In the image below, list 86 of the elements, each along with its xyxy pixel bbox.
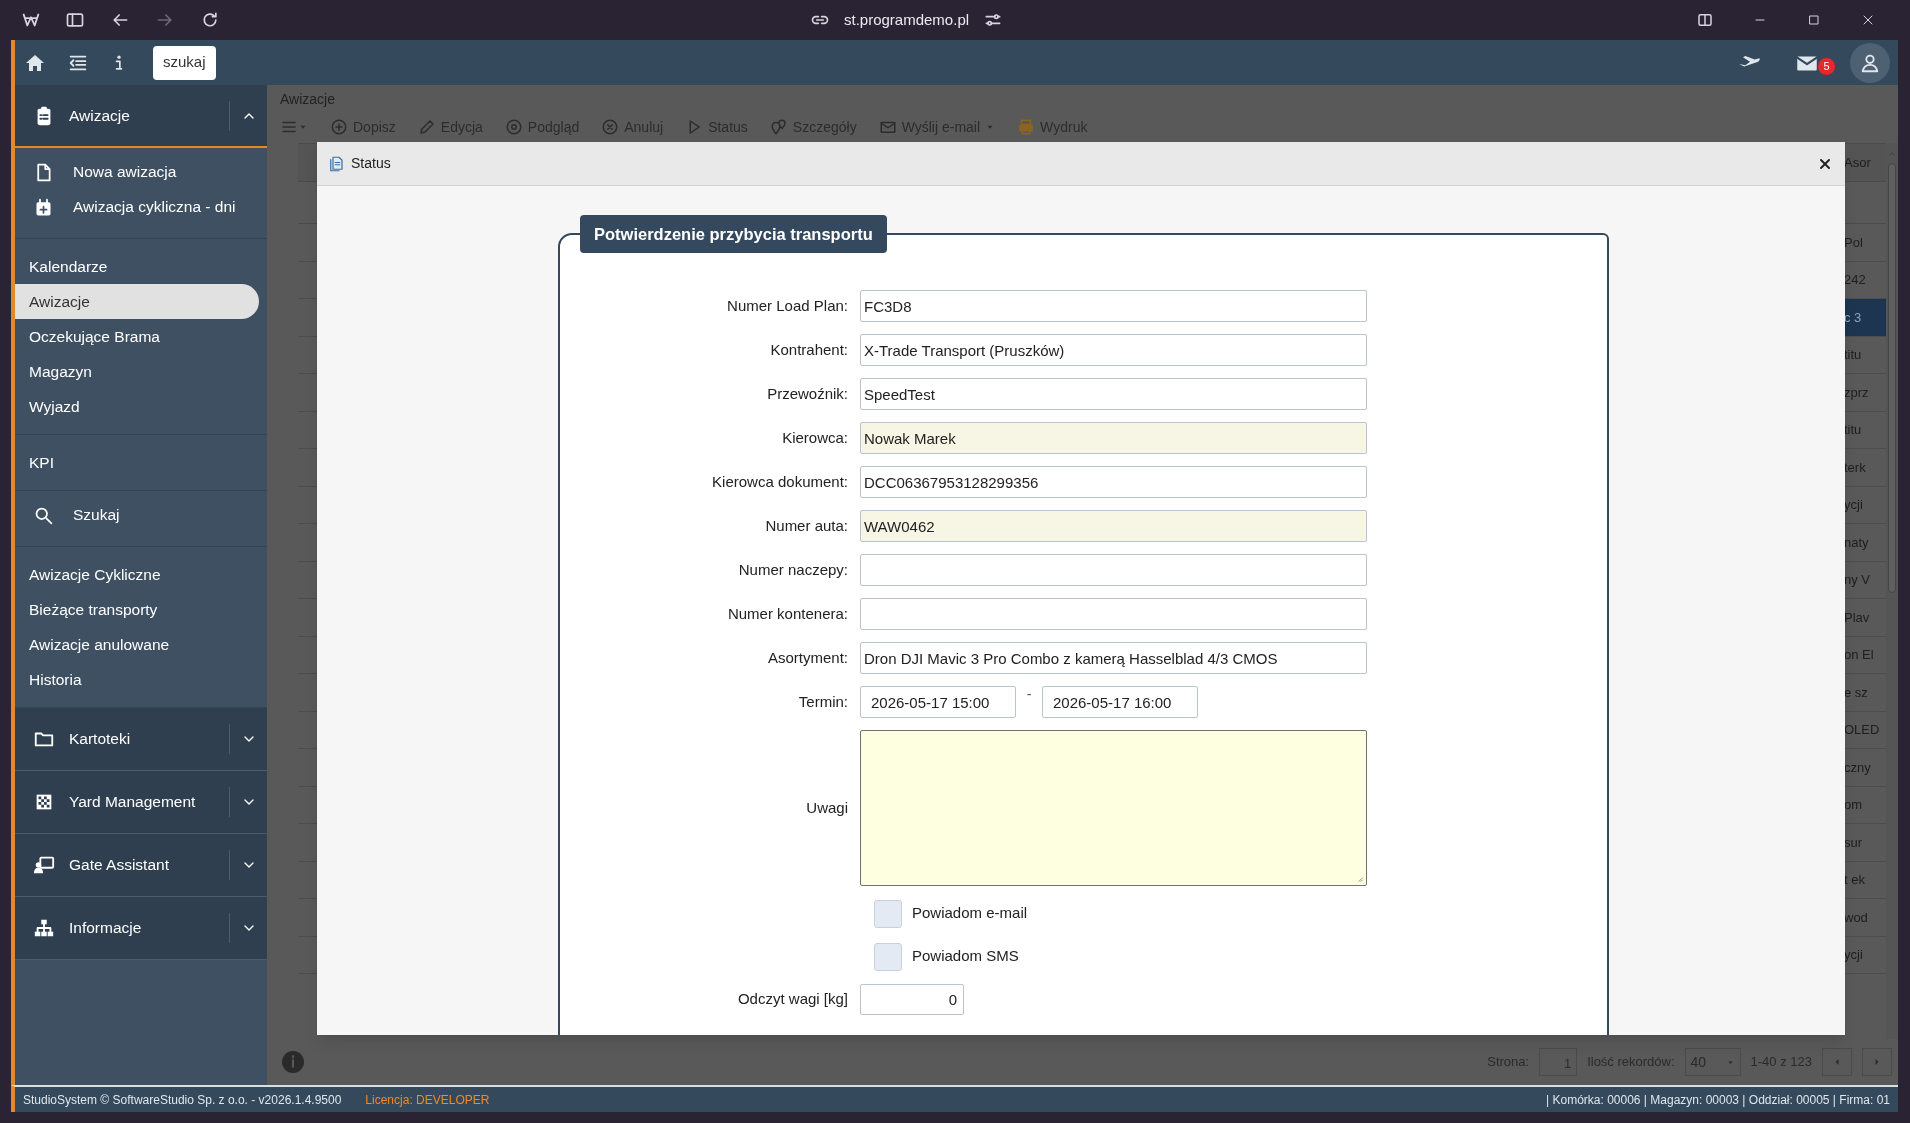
fieldset-legend: Potwierdzenie przybycia transportu [580,215,887,253]
address-text[interactable]: st.programdemo.pl [844,8,970,32]
menu-item[interactable]: Awizacje anulowane [15,627,267,662]
table-cell-text: om [1844,796,1864,814]
field-label: Kierowca dokument: [711,471,848,492]
menu-item[interactable]: Szukaj [73,505,120,525]
field-label: Termin: [797,691,848,712]
table-cell-text: ny V [1844,571,1871,589]
search-icon [33,505,54,526]
notification-badge: 5 [1818,57,1835,75]
field-label: Przewoźnik: [766,383,848,404]
menu-item[interactable]: Awizacja cykliczna - dni [73,197,236,217]
input-field[interactable]: DCC06367953128299356 [860,466,1367,498]
table-cell-text: on El [1844,646,1875,664]
checkbox[interactable] [874,942,902,971]
menu-item[interactable]: Kalendarze [15,249,267,284]
field-label: Numer naczepy: [737,559,848,580]
scrollbar-thumb[interactable] [1888,163,1896,593]
input-field[interactable]: SpeedTest [860,378,1367,410]
field-label: Asortyment: [766,647,848,668]
field-label: Kontrahent: [769,339,848,360]
range-separator: - [1025,685,1033,704]
field-label: Uwagi [805,797,848,818]
table-cell-text: e sz [1844,683,1869,702]
input-field[interactable]: FC3D8 [860,290,1367,322]
menu-item[interactable]: Oczekujące Brama [15,319,267,354]
checkbox-label: Powiadom e-mail [912,903,1028,924]
checkbox-label: Powiadom SMS [912,946,1019,967]
menu-item[interactable]: Awizacje [15,284,259,319]
split-view-icon[interactable] [1696,11,1714,29]
checkbox[interactable] [874,899,902,928]
table-cell-text: zprz [1844,383,1870,402]
table-cell-text: ycji [1844,946,1864,964]
documents-icon [327,154,345,173]
table-cell-text: terk [1844,458,1867,477]
number-field[interactable]: 0 [860,984,964,1015]
table-cell-text: Plav [1844,608,1871,627]
cancel-circle-icon [601,118,620,136]
menu-item[interactable]: KPI [15,445,267,480]
table-cell-text: ycji [1844,496,1864,514]
presenter-icon [33,854,55,876]
breadcrumb: Awizacje [279,90,336,109]
table-cell-text: OLED [1844,721,1881,739]
field-label: Numer auta: [764,515,848,536]
table-cell-text: titu [1844,346,1863,364]
field-label: Numer kontenera: [726,603,848,624]
pencil-icon [417,118,436,136]
table-cell: c 3 [1844,299,1886,336]
table-cell-text: titu [1844,421,1863,439]
user-avatar[interactable] [1850,42,1890,83]
sidebar-toggle-icon[interactable] [65,10,85,30]
input-field[interactable]: Dron DJI Mavic 3 Pro Combo z kamerą Hasselblad 4/3 CMOS [860,642,1367,674]
date-time-field[interactable]: 2026-05-17 15:00 [860,686,1016,718]
printer-icon [1017,118,1036,136]
menu-item[interactable]: Wyjazd [15,389,267,424]
input-field[interactable] [860,554,1367,586]
input-field[interactable] [860,598,1367,630]
input-field[interactable]: X-Trade Transport (Pruszków) [860,334,1367,366]
input-field[interactable]: Nowak Marek [860,422,1367,454]
menu-item[interactable]: Awizacje Cykliczne [15,557,267,592]
session-info-text: | Komórka: 00006 | Magazyn: 00003 | Oddział: 00005 | Firma: 01 [1546,1091,1890,1109]
menu-item[interactable]: Bieżące transporty [15,592,267,627]
eye-circle-icon [504,118,523,136]
plus-circle-icon [330,118,348,136]
search-button[interactable]: szukaj [153,45,216,80]
table-cell-text: czny [1844,758,1872,777]
menu-item[interactable]: Historia [15,662,267,697]
menu-item[interactable]: Nowa awizacja [73,162,177,182]
reload-icon[interactable] [200,10,220,30]
field-label: Odczyt wagi [kg] [736,989,848,1010]
table-cell-text: naty [1844,533,1870,552]
copyright-text: StudioSystem © SoftwareStudio Sp. z o.o. - v2026.1.4.9500 [23,1091,342,1109]
field-label: Kierowca: [781,427,848,448]
dialog-title: Status [351,154,391,173]
notes-field[interactable] [860,730,1367,886]
menu-item[interactable]: Magazyn [15,354,267,389]
field-label: Numer Load Plan: [726,295,848,316]
date-time-field[interactable]: 2026-05-17 16:00 [1042,686,1198,718]
maximize-icon[interactable] [1806,12,1822,28]
table-cell-text: wod [1844,908,1869,927]
table-cell-text: Pol [1844,233,1864,252]
license-text: Licencja: DEVELOPER [365,1091,490,1109]
map-pins-icon [769,118,788,136]
input-field[interactable]: WAW0462 [860,510,1367,542]
hierarchy-icon [33,917,55,939]
table-cell-text: 242 [1844,271,1867,289]
